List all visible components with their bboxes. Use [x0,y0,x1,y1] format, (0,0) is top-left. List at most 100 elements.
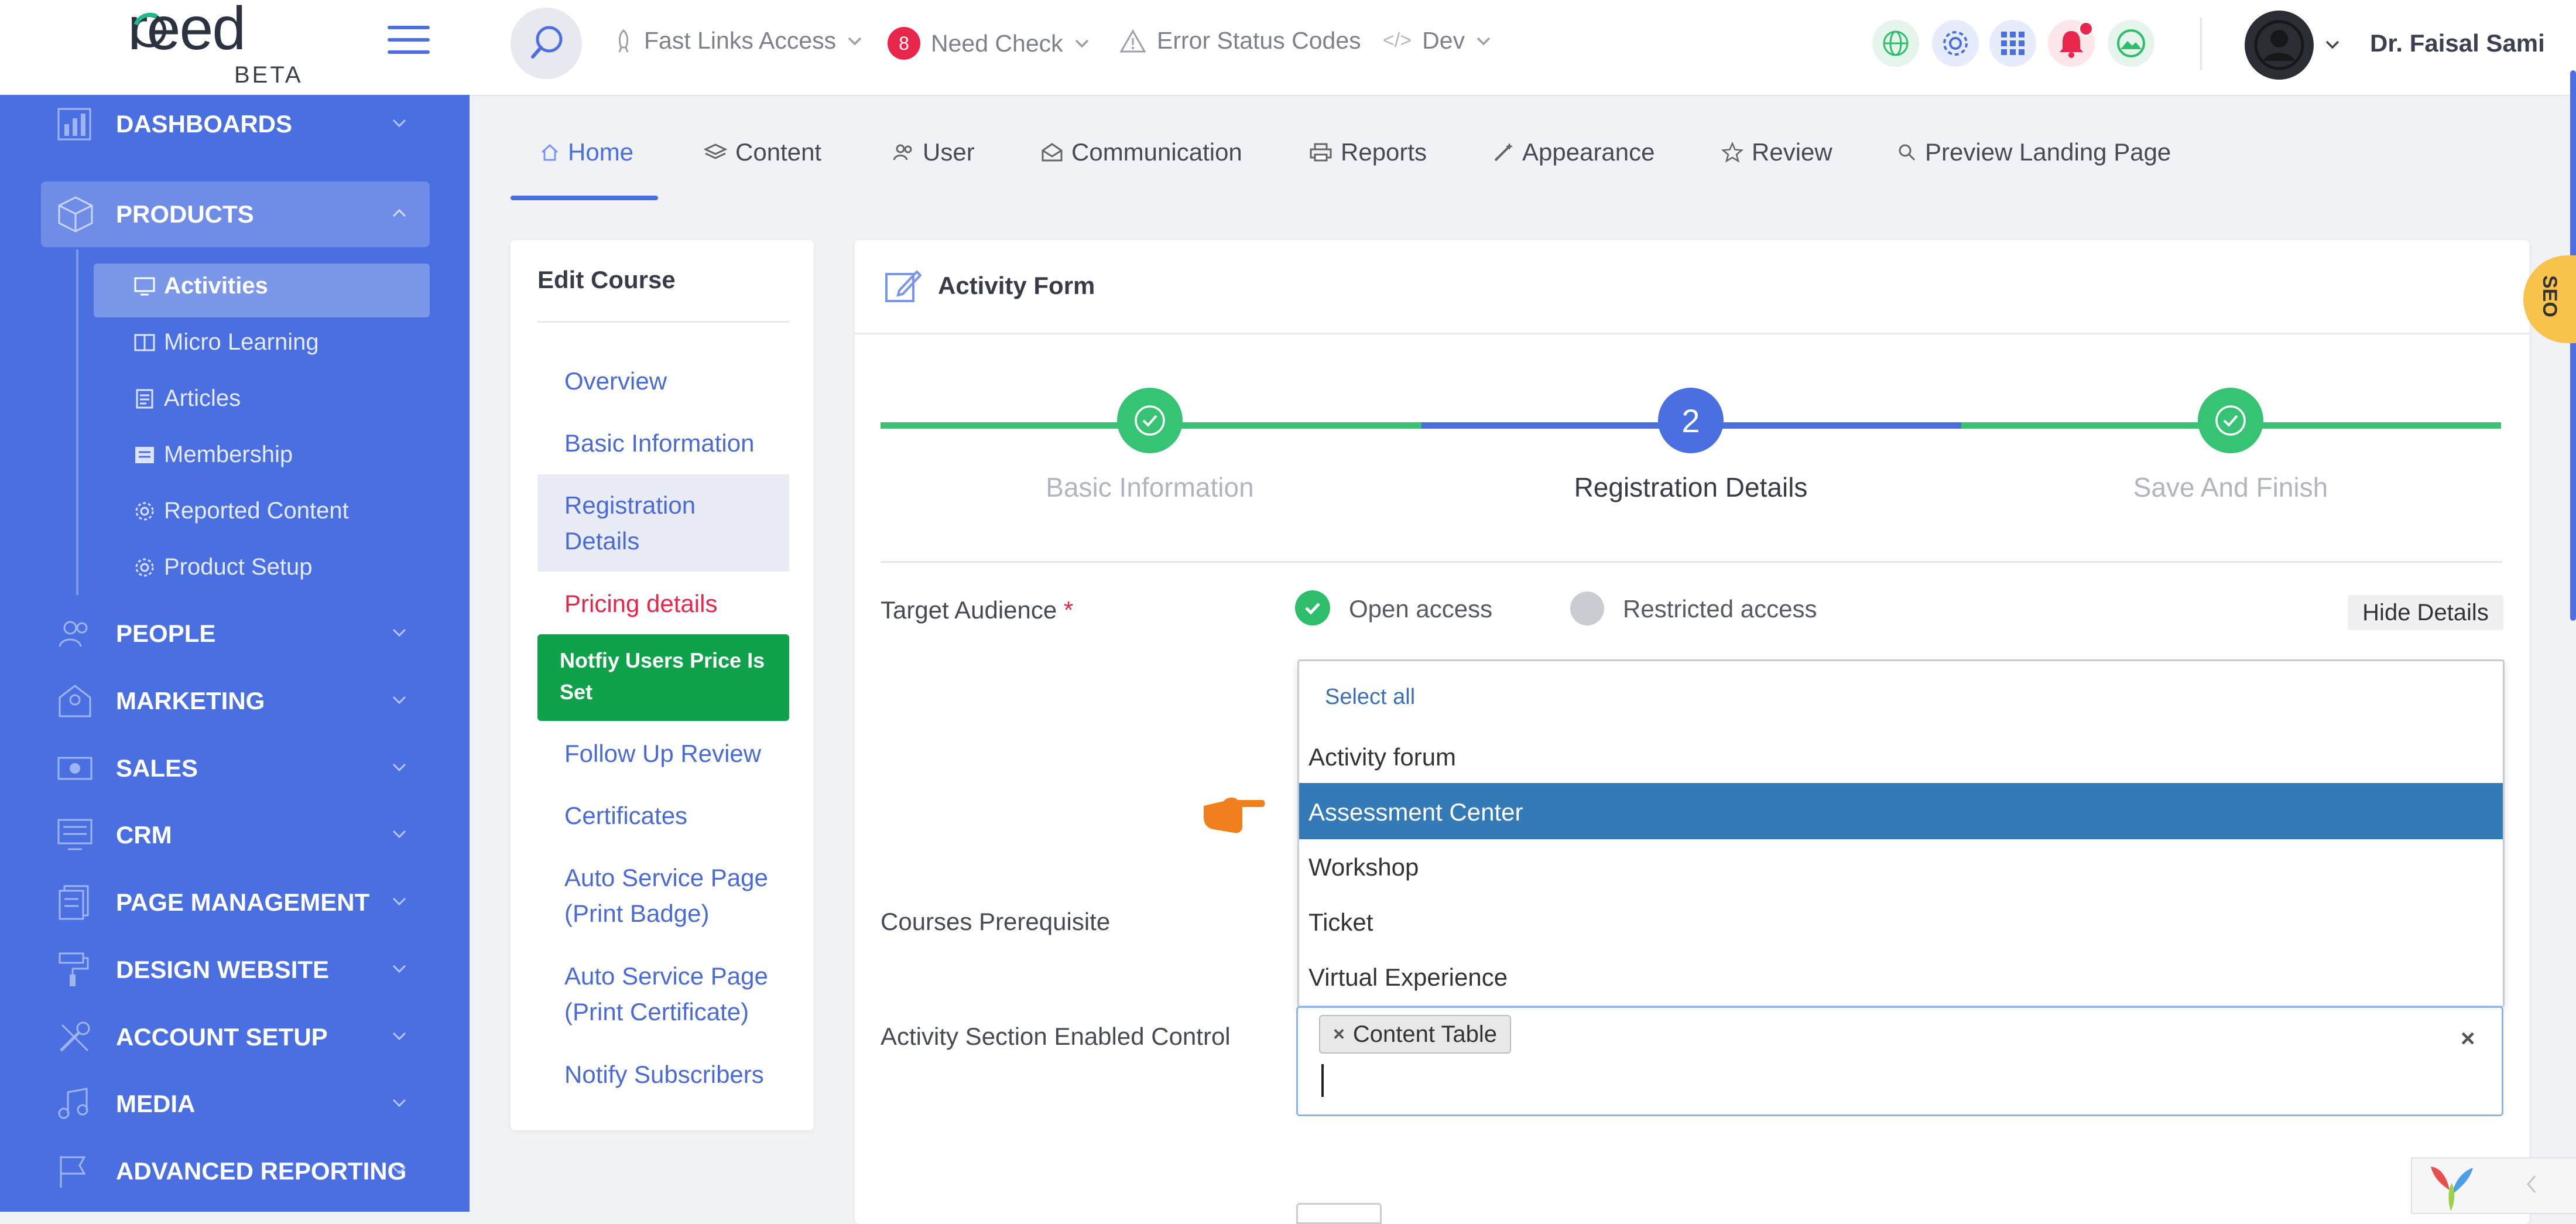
checkmark-icon [1305,603,1320,615]
nav-link-print-certificate[interactable]: Auto Service Page (Print Certificate) [564,958,787,1030]
step-3-label: Save And Finish [2133,472,2328,502]
page-scrollbar[interactable] [2570,70,2576,621]
select-all-link[interactable]: Select all [1325,685,1415,710]
error-status-codes-link[interactable]: Error Status Codes [1119,27,1361,54]
open-access-label[interactable]: Open access [1349,595,1492,623]
checkmark-icon [2215,405,2246,436]
tools-icon [60,1021,90,1052]
submenu-item-micro-learning[interactable]: Micro Learning [133,329,319,355]
debug-toolbar[interactable] [2411,1157,2576,1214]
submenu-item-activities[interactable]: Activities [133,273,268,299]
tab-review[interactable]: Review [1721,138,1832,166]
chevron-down-icon[interactable] [2324,39,2341,50]
radio-open-access[interactable] [1295,590,1330,625]
fast-links-dropdown[interactable]: Fast Links Access [614,27,863,54]
star-icon [1721,142,1743,163]
chevron-down-icon [848,37,862,45]
dropdown-option-highlighted[interactable]: Assessment Center [1299,783,2503,839]
cash-icon [57,757,93,780]
book-icon [134,334,155,351]
tab-content[interactable]: Content [704,138,821,166]
users-icon [59,621,88,647]
step-3-complete[interactable] [2198,388,2263,453]
tab-home[interactable]: Home [540,138,633,166]
settings-button[interactable] [1932,20,1979,67]
nav-link-follow-up-review[interactable]: Follow Up Review [564,736,787,771]
sidebar-item-label: MARKETING [116,687,265,714]
monitor-icon [134,277,155,295]
submenu-label: Product Setup [164,554,313,580]
dropdown-option[interactable]: Ticket [1308,908,1373,936]
sidebar-item-label: DASHBOARDS [116,110,293,138]
radio-restricted-access[interactable] [1570,592,1604,625]
submenu-item-reported-content[interactable]: Reported Content [133,498,349,524]
next-field-top[interactable] [1296,1203,1382,1224]
nav-link-overview[interactable]: Overview [564,363,787,399]
users-icon [893,144,912,160]
step-1-complete[interactable] [1117,388,1183,453]
course-prerequisite-dropdown: Select all Activity forum Assessment Cen… [1297,659,2505,1007]
document-icon [136,389,153,408]
fast-links-label: Fast Links Access [644,27,837,54]
notifications-button[interactable] [2048,20,2095,67]
divider [537,321,789,323]
globe-button[interactable] [1872,20,1919,67]
tag-label: Content Table [1352,1021,1497,1047]
hamburger-menu-icon[interactable] [388,26,430,59]
user-name[interactable]: Dr. Faisal Sami [2370,29,2545,57]
divider [855,333,2529,334]
user-silhouette-icon [2254,20,2304,70]
tab-communication[interactable]: Communication [1041,138,1242,166]
nav-link-notify-subscribers[interactable]: Notify Subscribers [564,1057,787,1092]
submenu-item-membership[interactable]: Membership [133,442,293,468]
apps-grid-icon [2001,32,2025,55]
step-1-label: Basic Information [1046,472,1254,502]
pointing-hand-icon [1204,797,1265,833]
top-bar: reed BETA Fast Links Access 8 Need Check [0,0,2576,96]
dropdown-option[interactable]: Activity forum [1308,743,1456,771]
tab-preview-landing-page[interactable]: Preview Landing Page [1897,138,2171,166]
chevron-down-icon [392,763,406,772]
tab-appearance[interactable]: Appearance [1492,138,1655,166]
tab-user[interactable]: User [892,138,975,166]
search-button[interactable] [511,8,582,79]
submenu-label: Membership [164,442,293,467]
status-button[interactable] [2108,20,2154,67]
section-control-label: Activity Section Enabled Control [881,1023,1231,1050]
submenu-item-articles[interactable]: Articles [133,385,241,412]
nav-link-pricing-details[interactable]: Pricing details [564,586,787,621]
step-2-current[interactable]: 2 [1658,388,1724,453]
restricted-access-label[interactable]: Restricted access [1623,595,1817,623]
chevron-down-icon [392,119,406,128]
sidebar-item-label: PEOPLE [116,620,216,647]
tab-reports[interactable]: Reports [1309,138,1427,166]
gear-icon [1943,31,1968,56]
remove-tag-icon[interactable]: × [1333,1023,1345,1046]
flag-icon [60,1156,86,1188]
chevron-down-icon [392,897,406,906]
submenu-item-product-setup[interactable]: Product Setup [133,554,313,580]
music-note-icon [58,1088,88,1119]
nav-link-basic-information[interactable]: Basic Information [564,425,787,461]
apps-button[interactable] [1989,20,2036,67]
need-check-dropdown[interactable]: 8 Need Check [888,27,1090,60]
dev-dropdown[interactable]: </> Dev [1383,27,1492,54]
clear-selection-icon[interactable]: × [2461,1024,2475,1052]
dropdown-option[interactable]: Workshop [1308,853,1419,881]
dropdown-option-label: Assessment Center [1308,798,1523,826]
chevron-up-icon [392,208,406,217]
notify-users-price-button[interactable]: Notfiy Users Price Is Set [537,634,789,721]
tab-label: Review [1752,138,1832,166]
section-control-multiselect[interactable]: × Content Table × [1296,1006,2503,1116]
required-asterisk: * [1063,596,1074,624]
nav-link-print-badge[interactable]: Auto Service Page (Print Badge) [564,860,787,931]
hide-details-button[interactable]: Hide Details [2348,595,2503,630]
dropdown-option[interactable]: Virtual Experience [1308,963,1508,991]
nav-link-certificates[interactable]: Certificates [564,798,787,833]
avatar[interactable] [2245,11,2314,80]
divider [881,561,2502,563]
sidebar-item-label: PAGE MANAGEMENT [116,888,370,916]
nav-link-registration-details[interactable]: Registration Details [564,487,763,559]
edit-course-title: Edit Course [537,266,676,293]
envelope-open-icon [1042,143,1063,162]
